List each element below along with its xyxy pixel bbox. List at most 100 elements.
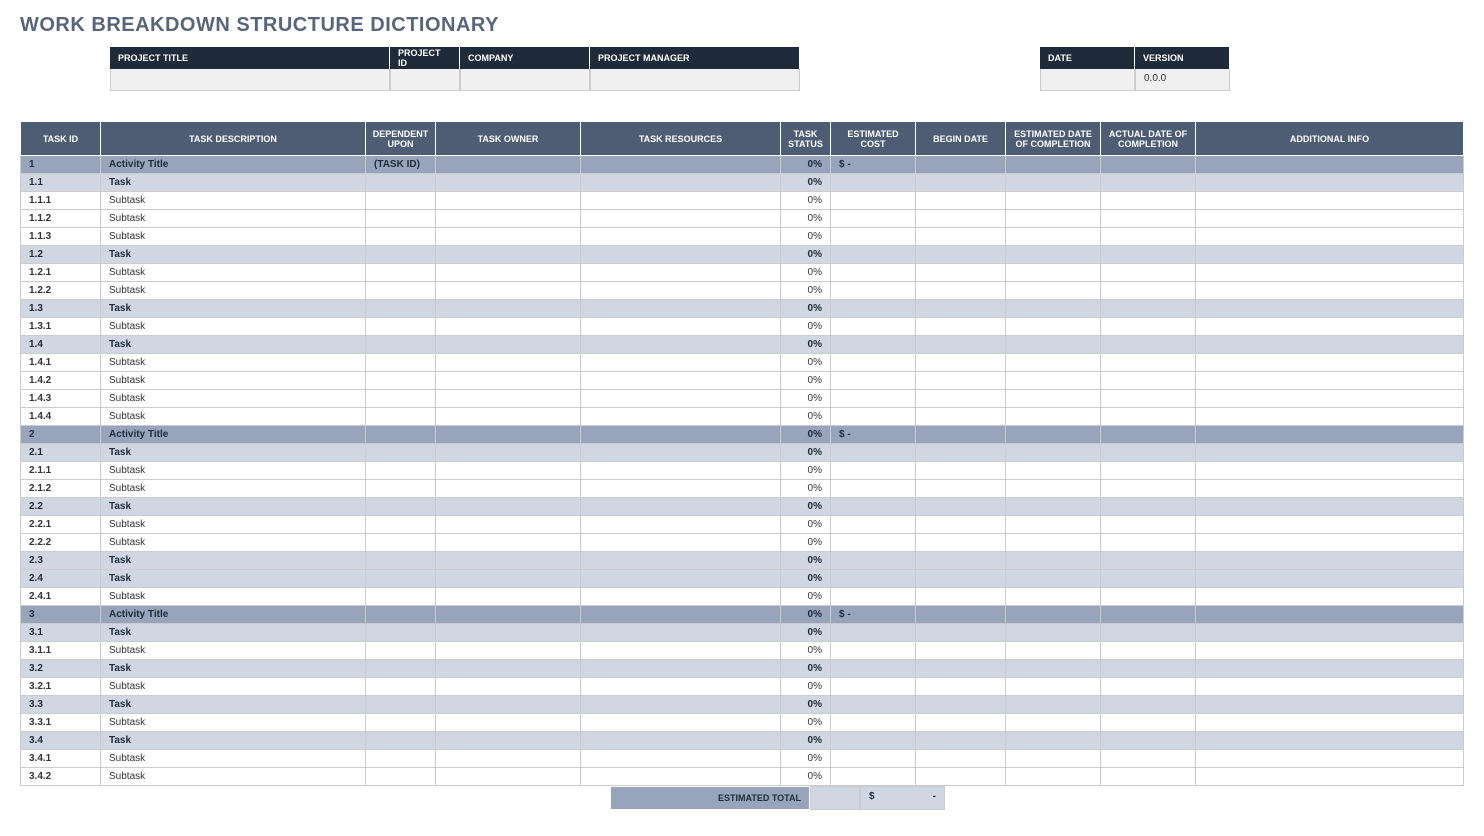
table-row[interactable]: 1.1.2Subtask0% xyxy=(21,210,1464,228)
cell-desc[interactable]: Subtask xyxy=(101,516,366,534)
cell-res[interactable] xyxy=(581,462,781,480)
cell-cost[interactable] xyxy=(831,354,916,372)
cell-id[interactable]: 1.1.2 xyxy=(21,210,101,228)
cell-res[interactable] xyxy=(581,588,781,606)
cell-cost[interactable] xyxy=(831,462,916,480)
cell-res[interactable] xyxy=(581,480,781,498)
cell-act[interactable] xyxy=(1101,678,1196,696)
cell-id[interactable]: 1.4.2 xyxy=(21,372,101,390)
cell-dep[interactable] xyxy=(366,336,436,354)
table-row[interactable]: 1.1.3Subtask0% xyxy=(21,228,1464,246)
cell-res[interactable] xyxy=(581,498,781,516)
cell-cost[interactable] xyxy=(831,300,916,318)
cell-cost[interactable] xyxy=(831,768,916,786)
cell-desc[interactable]: Subtask xyxy=(101,192,366,210)
cell-status[interactable]: 0% xyxy=(781,246,831,264)
cell-act[interactable] xyxy=(1101,480,1196,498)
cell-owner[interactable] xyxy=(436,462,581,480)
cell-dep[interactable]: (TASK ID) xyxy=(366,156,436,174)
cell-begin[interactable] xyxy=(916,354,1006,372)
cell-cost[interactable] xyxy=(831,192,916,210)
cell-status[interactable]: 0% xyxy=(781,570,831,588)
cell-begin[interactable] xyxy=(916,732,1006,750)
cell-info[interactable] xyxy=(1196,228,1464,246)
table-row[interactable]: 1.1.1Subtask0% xyxy=(21,192,1464,210)
cell-begin[interactable] xyxy=(916,408,1006,426)
cell-desc[interactable]: Subtask xyxy=(101,534,366,552)
cell-res[interactable] xyxy=(581,660,781,678)
cell-begin[interactable] xyxy=(916,678,1006,696)
cell-status[interactable]: 0% xyxy=(781,264,831,282)
cell-desc[interactable]: Task xyxy=(101,498,366,516)
cell-dep[interactable] xyxy=(366,588,436,606)
cell-status[interactable]: 0% xyxy=(781,210,831,228)
cell-est[interactable] xyxy=(1006,354,1101,372)
cell-est[interactable] xyxy=(1006,462,1101,480)
cell-act[interactable] xyxy=(1101,516,1196,534)
cell-id[interactable]: 2 xyxy=(21,426,101,444)
table-row[interactable]: 1.4.4Subtask0% xyxy=(21,408,1464,426)
cell-status[interactable]: 0% xyxy=(781,498,831,516)
cell-dep[interactable] xyxy=(366,606,436,624)
cell-est[interactable] xyxy=(1006,696,1101,714)
table-row[interactable]: 3.4.2Subtask0% xyxy=(21,768,1464,786)
cell-act[interactable] xyxy=(1101,714,1196,732)
cell-info[interactable] xyxy=(1196,282,1464,300)
cell-desc[interactable]: Task xyxy=(101,552,366,570)
cell-res[interactable] xyxy=(581,156,781,174)
cell-id[interactable]: 3.4.2 xyxy=(21,768,101,786)
cell-owner[interactable] xyxy=(436,264,581,282)
cell-desc[interactable]: Subtask xyxy=(101,678,366,696)
table-row[interactable]: 2.4Task0% xyxy=(21,570,1464,588)
cell-status[interactable]: 0% xyxy=(781,714,831,732)
cell-info[interactable] xyxy=(1196,390,1464,408)
cell-status[interactable]: 0% xyxy=(781,552,831,570)
cell-est[interactable] xyxy=(1006,336,1101,354)
cell-status[interactable]: 0% xyxy=(781,606,831,624)
cell-res[interactable] xyxy=(581,732,781,750)
cell-id[interactable]: 1.2.1 xyxy=(21,264,101,282)
cell-est[interactable] xyxy=(1006,156,1101,174)
cell-id[interactable]: 1.2 xyxy=(21,246,101,264)
cell-res[interactable] xyxy=(581,516,781,534)
cell-act[interactable] xyxy=(1101,768,1196,786)
cell-info[interactable] xyxy=(1196,606,1464,624)
cell-est[interactable] xyxy=(1006,408,1101,426)
cell-id[interactable]: 3.4 xyxy=(21,732,101,750)
cell-status[interactable]: 0% xyxy=(781,768,831,786)
cell-cost[interactable] xyxy=(831,480,916,498)
cell-begin[interactable] xyxy=(916,372,1006,390)
cell-cost[interactable] xyxy=(831,588,916,606)
cell-begin[interactable] xyxy=(916,498,1006,516)
table-row[interactable]: 3.2.1Subtask0% xyxy=(21,678,1464,696)
cell-res[interactable] xyxy=(581,768,781,786)
cell-cost[interactable] xyxy=(831,444,916,462)
cell-info[interactable] xyxy=(1196,696,1464,714)
cell-est[interactable] xyxy=(1006,642,1101,660)
cell-id[interactable]: 3.1.1 xyxy=(21,642,101,660)
cell-cost[interactable] xyxy=(831,534,916,552)
meta-value-date[interactable] xyxy=(1040,69,1135,91)
cell-begin[interactable] xyxy=(916,660,1006,678)
cell-dep[interactable] xyxy=(366,678,436,696)
cell-est[interactable] xyxy=(1006,192,1101,210)
cell-act[interactable] xyxy=(1101,354,1196,372)
cell-status[interactable]: 0% xyxy=(781,588,831,606)
cell-begin[interactable] xyxy=(916,588,1006,606)
cell-cost[interactable] xyxy=(831,660,916,678)
cell-owner[interactable] xyxy=(436,318,581,336)
cell-owner[interactable] xyxy=(436,300,581,318)
cell-owner[interactable] xyxy=(436,534,581,552)
table-row[interactable]: 3.1Task0% xyxy=(21,624,1464,642)
cell-desc[interactable]: Task xyxy=(101,174,366,192)
cell-res[interactable] xyxy=(581,390,781,408)
cell-act[interactable] xyxy=(1101,246,1196,264)
cell-status[interactable]: 0% xyxy=(781,156,831,174)
table-row[interactable]: 1.3Task0% xyxy=(21,300,1464,318)
cell-status[interactable]: 0% xyxy=(781,426,831,444)
cell-est[interactable] xyxy=(1006,570,1101,588)
cell-owner[interactable] xyxy=(436,750,581,768)
cell-begin[interactable] xyxy=(916,210,1006,228)
cell-dep[interactable] xyxy=(366,714,436,732)
cell-dep[interactable] xyxy=(366,696,436,714)
